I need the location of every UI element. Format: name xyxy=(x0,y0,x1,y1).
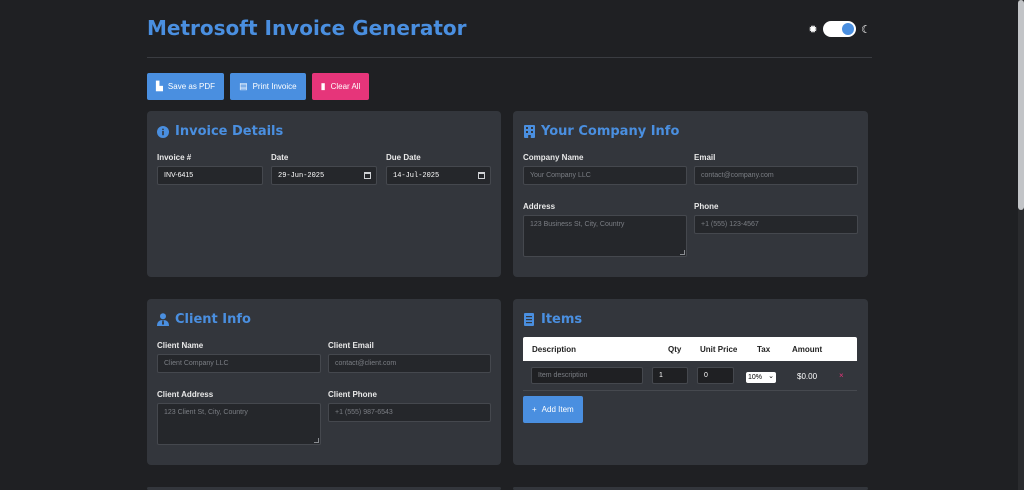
pdf-file-icon: ▙ xyxy=(156,81,163,91)
due-date-label: Due Date xyxy=(386,153,421,162)
items-title: Items xyxy=(523,312,582,327)
company-address-placeholder: 123 Business St, City, Country xyxy=(530,221,625,228)
date-label: Date xyxy=(271,153,289,162)
client-name-label: Client Name xyxy=(157,341,204,350)
column-header-tax: Tax xyxy=(757,345,771,354)
client-info-card: Client Info Client Name Client Company L… xyxy=(147,299,501,465)
save-pdf-button[interactable]: ▙ Save as PDF xyxy=(147,73,225,100)
client-info-title: Client Info xyxy=(157,312,251,327)
item-tax-value: 10% xyxy=(748,374,763,381)
invoice-number-label: Invoice # xyxy=(157,153,192,162)
items-table-header: Description Qty Unit Price Tax Amount xyxy=(523,337,857,361)
add-item-button[interactable]: + Add Item xyxy=(523,396,583,423)
resize-handle[interactable] xyxy=(680,250,685,255)
item-description-input[interactable]: Item description xyxy=(531,367,643,384)
invoice-details-title: Invoice Details xyxy=(157,124,283,139)
switch-knob xyxy=(842,23,854,35)
company-email-input[interactable]: contact@company.com xyxy=(694,166,858,185)
column-header-unit-price: Unit Price xyxy=(700,345,738,354)
company-phone-input[interactable]: +1 (555) 123-4567 xyxy=(694,215,858,234)
calendar-icon[interactable] xyxy=(478,172,485,179)
client-address-input[interactable]: 123 Client St, City, Country xyxy=(157,403,321,445)
items-heading: Items xyxy=(541,312,583,327)
resize-handle[interactable] xyxy=(314,438,319,443)
client-phone-input[interactable]: +1 (555) 987-6543 xyxy=(328,403,491,422)
theme-switch[interactable] xyxy=(823,21,856,37)
company-address-label: Address xyxy=(523,202,556,211)
invoice-details-heading: Invoice Details xyxy=(175,124,284,139)
client-address-placeholder: 123 Client St, City, Country xyxy=(164,409,248,416)
building-icon xyxy=(523,125,535,138)
company-address-input[interactable]: 123 Business St, City, Country xyxy=(523,215,687,257)
item-tax-select[interactable]: 10% ⌄ xyxy=(746,372,776,383)
client-info-heading: Client Info xyxy=(175,312,251,327)
client-email-label: Client Email xyxy=(328,341,374,350)
item-qty-input[interactable]: 1 xyxy=(652,367,688,384)
remove-item-icon[interactable]: × xyxy=(839,371,844,380)
plus-icon: + xyxy=(532,405,537,414)
due-date-input[interactable]: 14-Jul-2025 xyxy=(386,166,491,185)
company-name-input[interactable]: Your Company LLC xyxy=(523,166,687,185)
column-header-description: Description xyxy=(532,345,577,354)
invoice-details-card: Invoice Details Invoice # INV-6415 Date … xyxy=(147,111,501,277)
date-input[interactable]: 29-Jun-2025 xyxy=(271,166,377,185)
add-item-label: Add Item xyxy=(541,405,574,414)
due-date-value: 14-Jul-2025 xyxy=(393,171,440,180)
theme-toggle[interactable]: ✹ ☾ xyxy=(807,21,872,37)
calendar-icon[interactable] xyxy=(364,172,371,179)
items-card: Items Description Qty Unit Price Tax Amo… xyxy=(513,299,868,465)
header: Metrosoft Invoice Generator ✹ ☾ xyxy=(147,14,872,58)
list-icon xyxy=(523,313,535,326)
print-button[interactable]: ▤ Print Invoice xyxy=(230,73,306,100)
date-value: 29-Jun-2025 xyxy=(278,171,325,180)
client-phone-label: Client Phone xyxy=(328,390,377,399)
clear-all-button[interactable]: ▮ Clear All xyxy=(311,73,370,100)
toolbar: ▙ Save as PDF ▤ Print Invoice ▮ Clear Al… xyxy=(147,73,370,100)
scrollbar-thumb[interactable] xyxy=(1018,0,1024,210)
printer-icon: ▤ xyxy=(239,81,248,91)
client-address-label: Client Address xyxy=(157,390,214,399)
company-info-title: Your Company Info xyxy=(523,124,679,139)
client-email-input[interactable]: contact@client.com xyxy=(328,354,491,373)
company-email-label: Email xyxy=(694,153,716,162)
moon-icon: ☾ xyxy=(861,23,871,36)
clear-all-label: Clear All xyxy=(330,82,361,91)
column-header-amount: Amount xyxy=(792,345,823,354)
user-tie-icon xyxy=(157,313,169,326)
invoice-number-input[interactable]: INV-6415 xyxy=(157,166,263,185)
company-info-card: Your Company Info Company Name Your Comp… xyxy=(513,111,868,277)
client-name-input[interactable]: Client Company LLC xyxy=(157,354,321,373)
app-title: Metrosoft Invoice Generator xyxy=(147,16,467,40)
item-unit-price-input[interactable]: 0 xyxy=(697,367,734,384)
sun-icon: ✹ xyxy=(808,23,818,36)
table-row: Item description 1 0 10% ⌄ $0.00 × xyxy=(523,361,857,391)
info-icon xyxy=(157,125,169,138)
chevron-down-icon: ⌄ xyxy=(768,373,774,380)
save-pdf-label: Save as PDF xyxy=(167,82,216,91)
company-phone-label: Phone xyxy=(694,202,719,211)
item-amount: $0.00 xyxy=(797,372,818,381)
column-header-qty: Qty xyxy=(668,345,682,354)
items-table: Description Qty Unit Price Tax Amount It… xyxy=(523,337,857,391)
print-label: Print Invoice xyxy=(252,82,297,91)
company-info-heading: Your Company Info xyxy=(541,124,680,139)
page-scrollbar[interactable] xyxy=(1018,0,1024,490)
company-name-label: Company Name xyxy=(523,153,584,162)
trash-icon: ▮ xyxy=(320,81,326,91)
